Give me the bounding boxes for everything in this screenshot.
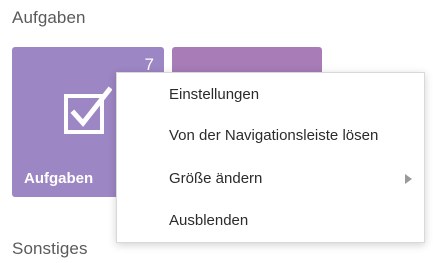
menu-item-von-navigationsleiste-loesen[interactable]: Von der Navigationsleiste lösen [117,116,424,156]
menu-item-groesse-aendern[interactable]: Größe ändern [117,159,424,199]
checkbox-checked-icon [64,86,112,134]
menu-item-einstellungen[interactable]: Einstellungen [117,75,424,115]
chevron-right-icon [405,174,412,184]
section-heading-aufgaben: Aufgaben [12,8,86,27]
app-root: Aufgaben 7 Aufgaben Sonstiges Einstellun… [0,0,433,263]
section-heading-sonstiges: Sonstiges [12,239,88,258]
tile-context-menu: Einstellungen Von der Navigationsleiste … [116,72,425,243]
menu-item-label: Größe ändern [169,170,263,187]
menu-item-ausblenden[interactable]: Ausblenden [117,201,424,241]
tile-label: Aufgaben [24,170,94,187]
